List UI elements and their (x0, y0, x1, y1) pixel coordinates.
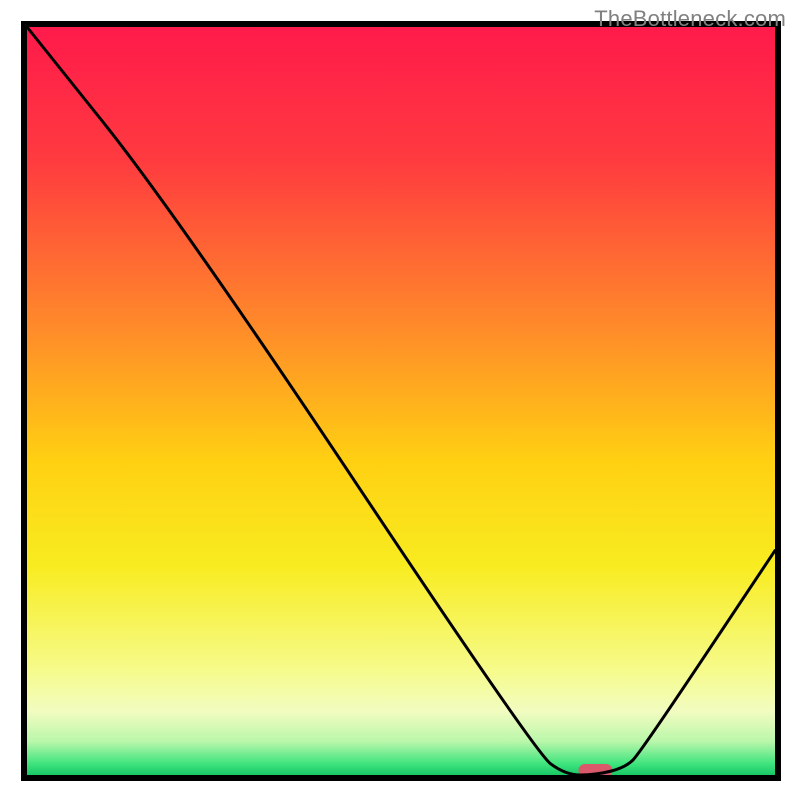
bottleneck-chart: TheBottleneck.com (0, 0, 800, 800)
gradient-background (27, 27, 775, 775)
watermark-text: TheBottleneck.com (594, 6, 786, 32)
chart-canvas (0, 0, 800, 800)
